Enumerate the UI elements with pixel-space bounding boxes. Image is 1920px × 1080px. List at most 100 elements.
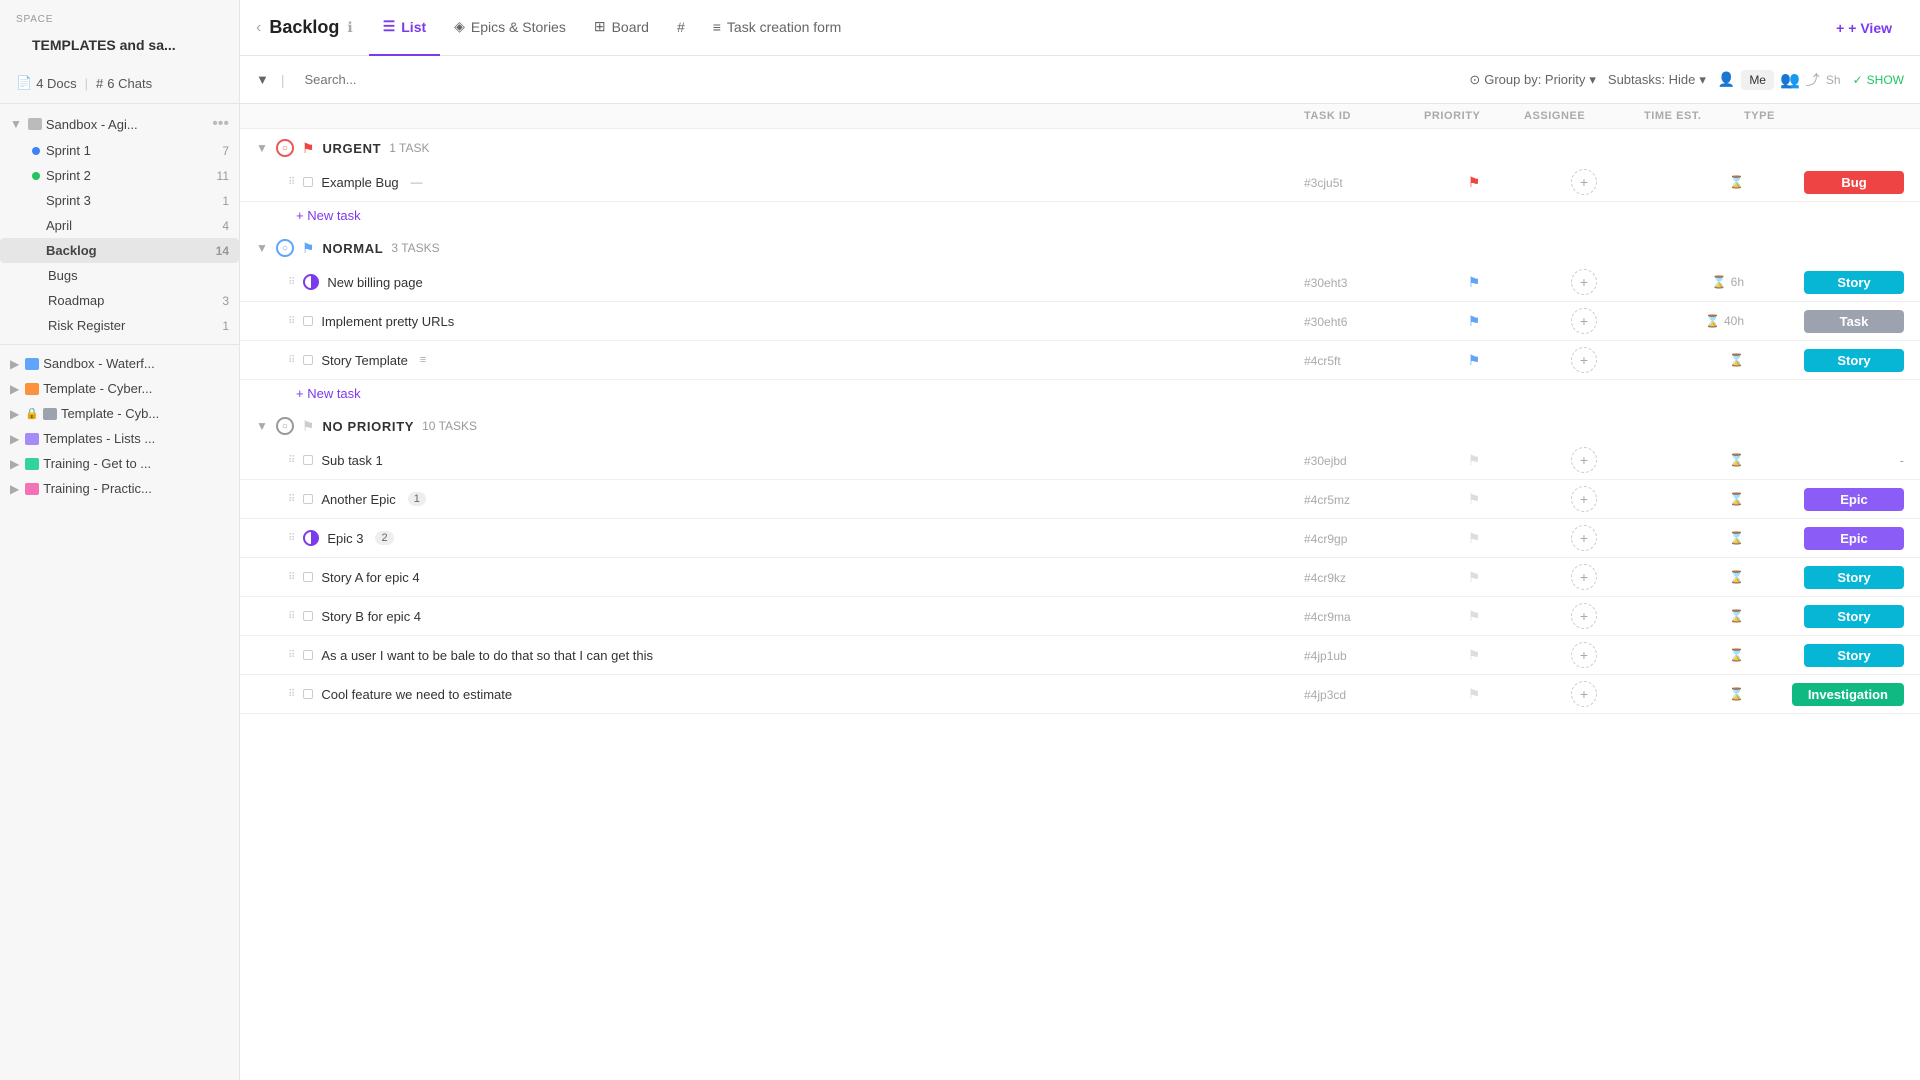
type-badge[interactable]: Investigation: [1792, 683, 1904, 706]
docs-count[interactable]: 📄 4 Docs: [16, 75, 77, 91]
task-time-cell: ⌛: [1644, 175, 1744, 189]
task-name[interactable]: Cool feature we need to estimate: [321, 687, 512, 702]
tab-task-creation-form[interactable]: ≡ Task creation form: [699, 0, 856, 56]
chats-count[interactable]: # 6 Chats: [96, 76, 152, 91]
type-dash: -: [1900, 453, 1904, 468]
assignee-avatar[interactable]: +: [1571, 169, 1597, 195]
type-badge[interactable]: Epic: [1804, 527, 1904, 550]
sidebar-item-backlog[interactable]: Backlog 14: [0, 238, 239, 263]
task-status-icon[interactable]: [303, 689, 313, 699]
task-name[interactable]: As a user I want to be bale to do that s…: [321, 648, 653, 663]
sidebar-group-label: Training - Practic...: [43, 481, 152, 496]
sidebar-item-sprint3[interactable]: Sprint 3 1: [0, 188, 239, 213]
task-status-icon[interactable]: [303, 650, 313, 660]
type-badge[interactable]: Bug: [1804, 171, 1904, 194]
drag-handle-icon: ⠿: [288, 177, 295, 188]
type-badge[interactable]: Story: [1804, 271, 1904, 294]
assignee-avatar[interactable]: +: [1571, 447, 1597, 473]
task-name[interactable]: Another Epic: [321, 492, 395, 507]
task-name[interactable]: Epic 3: [327, 531, 363, 546]
tab-epics-stories[interactable]: ◈ Epics & Stories: [440, 0, 580, 56]
task-name[interactable]: New billing page: [327, 275, 422, 290]
task-in-progress-icon[interactable]: [303, 274, 319, 290]
group-header-nopriority[interactable]: ▼ ○ ⚑ NO PRIORITY 10 TASKS: [240, 407, 1920, 441]
task-assignee-cell: +: [1524, 447, 1644, 473]
task-status-icon[interactable]: [303, 572, 313, 582]
add-task-button-urgent[interactable]: + New task: [240, 202, 1920, 229]
task-name[interactable]: Example Bug: [321, 175, 398, 190]
table-row: ⠿ Example Bug — #3cju5t ⚑ + ⌛ Bug: [240, 163, 1920, 202]
sidebar-item-sandbox-waterf[interactable]: ▶ Sandbox - Waterf...: [0, 351, 239, 376]
tab-hash[interactable]: #: [663, 0, 699, 56]
priority-header: PRIORITY: [1424, 110, 1524, 122]
type-badge[interactable]: Story: [1804, 605, 1904, 628]
task-status-icon[interactable]: [303, 455, 313, 465]
sidebar-item-training-getto[interactable]: ▶ Training - Get to ...: [0, 451, 239, 476]
task-name[interactable]: Sub task 1: [321, 453, 382, 468]
sidebar-item-roadmap[interactable]: Roadmap 3: [0, 288, 239, 313]
subtasks-button[interactable]: Subtasks: Hide ▾: [1608, 72, 1706, 88]
task-name[interactable]: Story A for epic 4: [321, 570, 419, 585]
task-name[interactable]: Story Template: [321, 353, 407, 368]
type-badge[interactable]: Story: [1804, 566, 1904, 589]
more-options-icon[interactable]: •••: [212, 115, 229, 133]
type-badge[interactable]: Epic: [1804, 488, 1904, 511]
task-status-icon[interactable]: [303, 611, 313, 621]
sidebar-item-sandbox-agi[interactable]: ▼ Sandbox - Agi... •••: [0, 110, 239, 138]
group-by-button[interactable]: ⊙ Group by: Priority ▾: [1469, 72, 1596, 88]
add-view-label: + View: [1848, 20, 1892, 36]
add-task-button-normal[interactable]: + New task: [240, 380, 1920, 407]
task-name[interactable]: Story B for epic 4: [321, 609, 421, 624]
sidebar-item-training-practic[interactable]: ▶ Training - Practic...: [0, 476, 239, 501]
me-button[interactable]: Me: [1741, 70, 1774, 90]
sidebar-item-templates-lists[interactable]: ▶ Templates - Lists ...: [0, 426, 239, 451]
type-badge[interactable]: Task: [1804, 310, 1904, 333]
assignee-avatar[interactable]: +: [1571, 564, 1597, 590]
sidebar-item-template-cyb-lock[interactable]: ▶ 🔒 Template - Cyb...: [0, 401, 239, 426]
share-icon[interactable]: ⤴: [1806, 70, 1820, 90]
task-status-icon[interactable]: [303, 316, 313, 326]
assignee-avatar[interactable]: +: [1571, 308, 1597, 334]
type-badge[interactable]: Story: [1804, 349, 1904, 372]
assignee-avatar[interactable]: +: [1571, 269, 1597, 295]
hourglass-icon: ⌛: [1729, 492, 1744, 506]
assignee-avatar[interactable]: +: [1571, 681, 1597, 707]
subtasks-label: Subtasks: Hide: [1608, 72, 1695, 87]
task-id-cell: #3cju5t: [1304, 174, 1424, 190]
group-header-urgent[interactable]: ▼ ○ ⚑ URGENT 1 TASK: [240, 129, 1920, 163]
sidebar-item-april[interactable]: April 4: [0, 213, 239, 238]
sidebar-item-sprint1[interactable]: Sprint 1 7: [0, 138, 239, 163]
assignee-avatar[interactable]: +: [1571, 486, 1597, 512]
sidebar-item-sprint2[interactable]: Sprint 2 11: [0, 163, 239, 188]
filter-button[interactable]: ▼: [256, 72, 269, 87]
group-header-normal[interactable]: ▼ ○ ⚑ NORMAL 3 TASKS: [240, 229, 1920, 263]
task-in-progress-icon[interactable]: [303, 530, 319, 546]
sidebar-item-template-cyber1[interactable]: ▶ Template - Cyber...: [0, 376, 239, 401]
task-type-cell: Story: [1744, 566, 1904, 589]
assignee-avatar[interactable]: +: [1571, 347, 1597, 373]
collapse-sidebar-button[interactable]: ‹: [256, 19, 261, 37]
hash-icon: #: [96, 76, 103, 91]
add-view-button[interactable]: + + View: [1824, 14, 1904, 42]
assignee-avatar[interactable]: +: [1571, 642, 1597, 668]
assignee-avatar[interactable]: +: [1571, 603, 1597, 629]
task-name[interactable]: Implement pretty URLs: [321, 314, 454, 329]
task-status-icon[interactable]: [303, 494, 313, 504]
tab-list[interactable]: ☰ List: [369, 0, 440, 56]
task-status-icon[interactable]: [303, 177, 313, 187]
sidebar: SPACE TEMPLATES and sa... 📄 4 Docs | # 6…: [0, 0, 240, 1080]
show-button[interactable]: ✓ SHOW: [1853, 73, 1904, 87]
sidebar-item-risk-register[interactable]: Risk Register 1: [0, 313, 239, 338]
page-title: Backlog: [269, 17, 339, 38]
tab-board[interactable]: ⊞ Board: [580, 0, 663, 56]
drag-handle-icon: ⠿: [288, 355, 295, 366]
sidebar-item-bugs[interactable]: Bugs: [0, 263, 239, 288]
show-label[interactable]: Sh: [1826, 73, 1841, 87]
share-people-icon[interactable]: 👥: [1780, 70, 1800, 90]
task-status-icon[interactable]: [303, 355, 313, 365]
search-input[interactable]: [297, 68, 1462, 91]
info-icon[interactable]: ℹ: [347, 19, 352, 36]
type-badge[interactable]: Story: [1804, 644, 1904, 667]
assignee-avatar[interactable]: +: [1571, 525, 1597, 551]
drag-handle-icon: ⠿: [288, 533, 295, 544]
